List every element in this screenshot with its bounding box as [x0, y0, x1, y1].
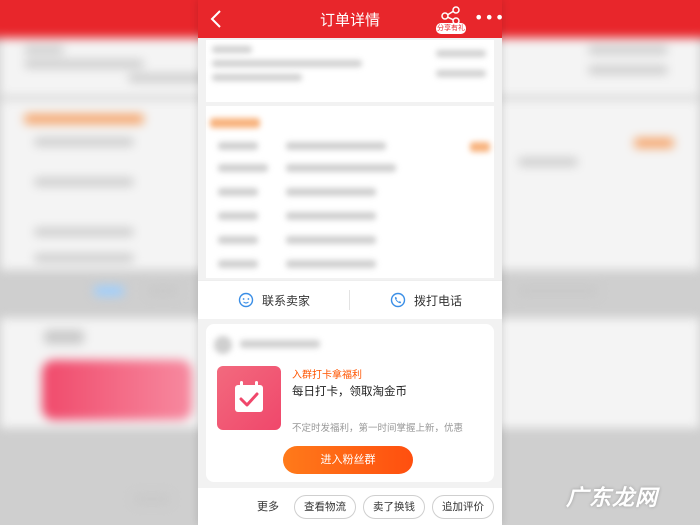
promo-tag: 入群打卡拿福利	[292, 370, 362, 381]
divider	[349, 290, 350, 310]
order-info-blurred	[206, 106, 494, 278]
more-icon[interactable]: •••	[474, 8, 502, 27]
contact-seller-label: 联系卖家	[262, 293, 311, 308]
view-logistics-button[interactable]: 查看物流	[294, 495, 356, 519]
join-fan-group-button[interactable]: 进入粉丝群	[283, 446, 413, 474]
phone-icon	[390, 292, 406, 308]
chat-bubble-icon	[238, 292, 254, 308]
call-phone-label: 拨打电话	[414, 293, 463, 308]
call-phone-button[interactable]: 拨打电话	[390, 281, 462, 319]
sell-item-button[interactable]: 卖了换钱	[363, 495, 425, 519]
site-watermark: 广东龙网	[566, 486, 659, 511]
more-actions-label[interactable]: 更多	[257, 498, 279, 514]
contact-seller-button[interactable]: 联系卖家	[238, 281, 310, 319]
promo-subtitle: 不定时发福利，第一时间掌握上新，优惠	[292, 423, 464, 434]
calendar-icon	[217, 366, 281, 430]
promo-title: 每日打卡，领取淘金币	[292, 384, 407, 398]
address-card-blurred	[206, 40, 494, 102]
store-header-blurred	[212, 328, 488, 360]
contact-bar: 联系卖家 拨打电话	[198, 280, 502, 319]
share-badge: 分享有礼	[436, 23, 466, 34]
fan-group-promo-card: 入群打卡拿福利 每日打卡，领取淘金币 不定时发福利，第一时间掌握上新，优惠 进入…	[206, 324, 494, 482]
bottom-action-bar: 更多 查看物流 卖了换钱 追加评价	[198, 488, 502, 525]
phone-screen: 订单详情 分享有礼 •••	[198, 0, 502, 525]
add-review-button[interactable]: 追加评价	[432, 495, 494, 519]
nav-bar: 订单详情 分享有礼 •••	[198, 0, 502, 38]
